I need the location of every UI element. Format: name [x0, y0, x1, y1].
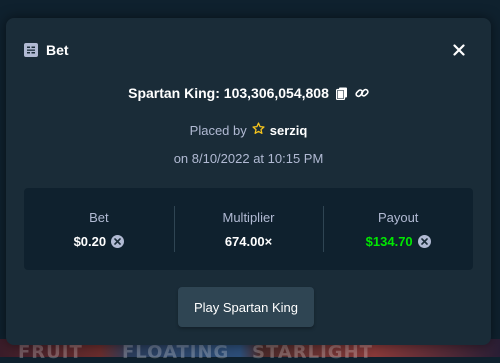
background-tile-label: STARLIGHT — [252, 342, 373, 363]
placed-by-label: Placed by — [189, 122, 247, 138]
modal-header: Bet — [24, 40, 473, 60]
stat-value: $0.20 — [74, 234, 125, 249]
bet-slip-icon — [24, 43, 38, 57]
stat-label: Multiplier — [222, 209, 275, 225]
stat-value: 674.00× — [225, 234, 272, 249]
star-icon — [252, 122, 265, 138]
game-bet-id: Spartan King: 103,306,054,808 — [128, 85, 329, 101]
background-tile-label: FLOATING — [122, 342, 230, 363]
close-icon[interactable] — [449, 40, 469, 60]
background-tile-label: FRUIT — [18, 342, 83, 363]
play-game-button[interactable]: Play Spartan King — [178, 287, 314, 327]
game-title-row: Spartan King: 103,306,054,808 — [6, 85, 491, 101]
stat-label: Payout — [377, 209, 419, 225]
stat-bet: Bet $0.20 — [24, 188, 174, 270]
bet-amount: $0.20 — [73, 233, 107, 249]
stat-value: $134.70 — [366, 234, 431, 249]
stat-multiplier: Multiplier 674.00× — [173, 188, 324, 270]
stat-label: Bet — [89, 209, 109, 225]
bet-stats-panel: Bet $0.20 Multiplier 674.00× Payout $134… — [24, 188, 473, 270]
bet-date: on 8/10/2022 at 10:15 PM — [173, 151, 324, 166]
multiplier-value: 674.00× — [224, 233, 273, 249]
currency-icon — [417, 234, 431, 248]
username-link[interactable]: serziq — [270, 123, 308, 138]
placed-by-row: Placed by serziq — [6, 122, 491, 138]
link-icon[interactable] — [355, 86, 369, 100]
currency-icon — [111, 234, 125, 248]
bet-details-modal: Bet Spartan King: 103,306,054,808 Placed… — [6, 18, 491, 345]
modal-title: Bet — [46, 42, 69, 58]
stat-payout: Payout $134.70 — [323, 188, 473, 270]
copy-icon[interactable] — [335, 86, 349, 100]
payout-amount: $134.70 — [365, 233, 413, 249]
